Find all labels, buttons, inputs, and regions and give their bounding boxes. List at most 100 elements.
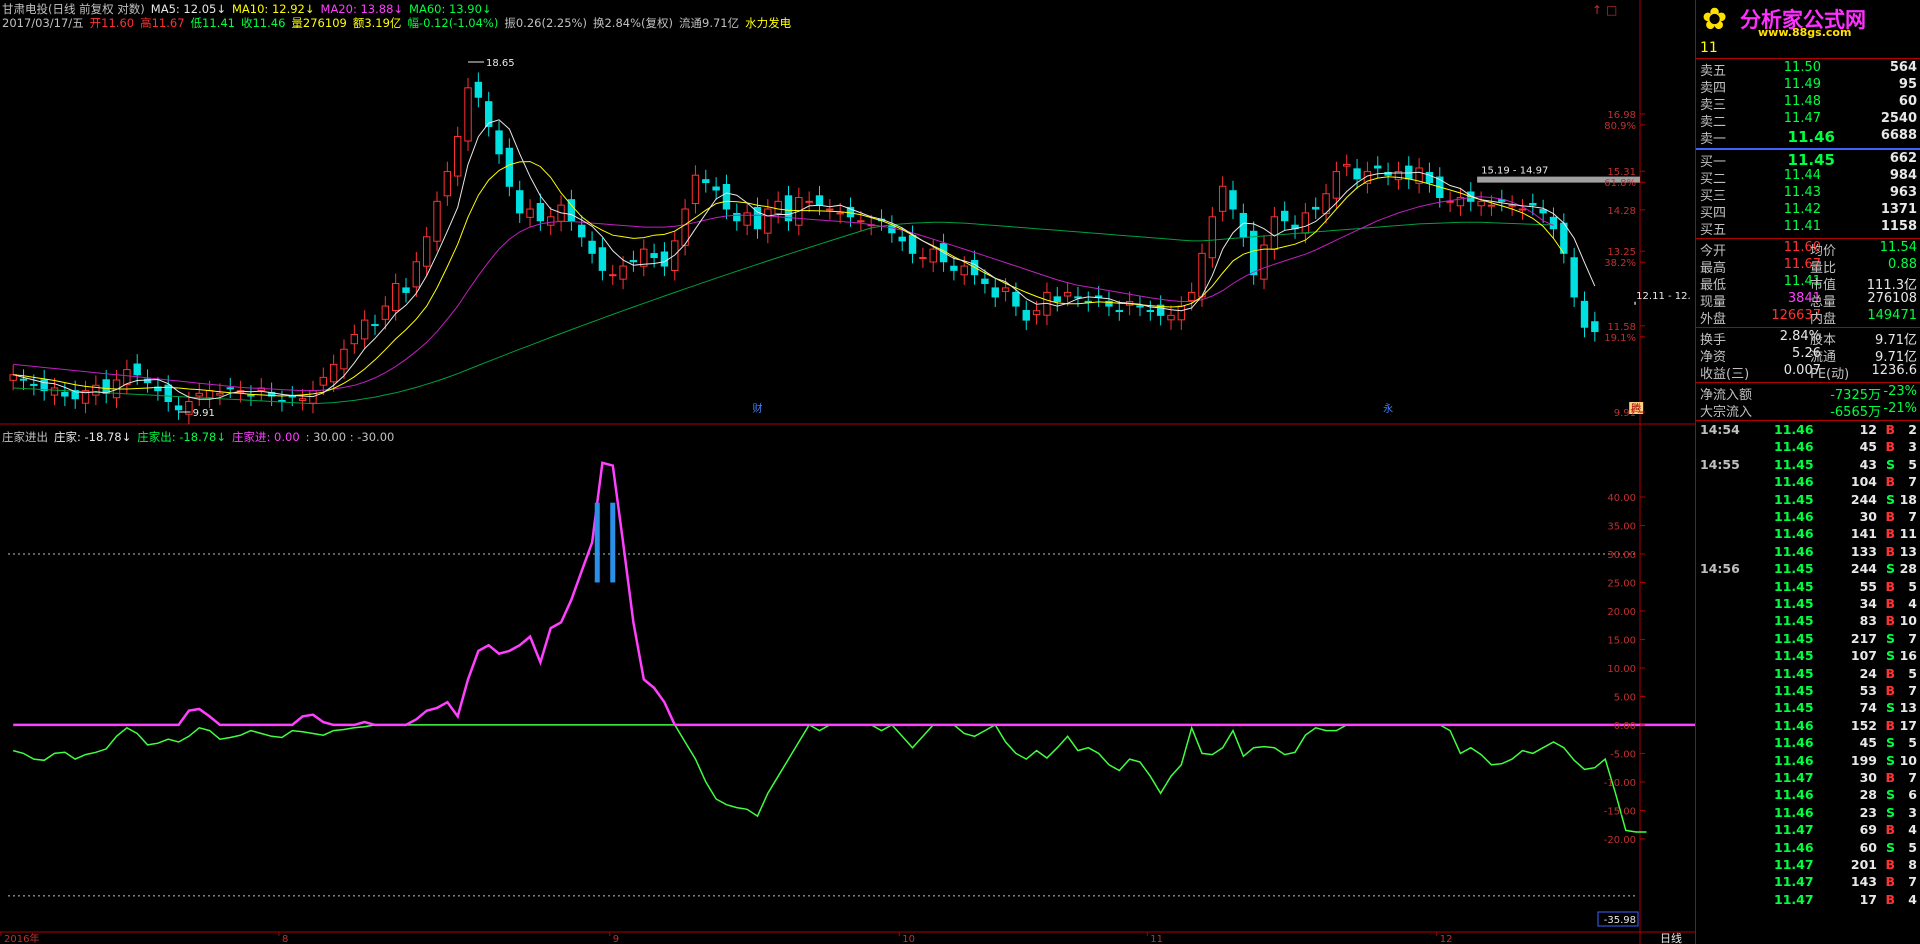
bid-volume: 984 (1889, 168, 1917, 183)
indicator-y-tick-label: 35.00 (1607, 521, 1636, 532)
ask-price: 11.49 (1783, 77, 1821, 92)
indicator-item-2: 庄家出: -18.78↓ (137, 430, 226, 444)
candle-body (1001, 287, 1010, 292)
tick-side: B (1885, 578, 1895, 594)
trade-tick-row: 11.46 133 B 13 (1696, 544, 1920, 562)
indicator-y-tick-label: 5.00 (1614, 692, 1636, 703)
ask-volume: 6688 (1880, 128, 1917, 143)
candle-body (898, 236, 906, 242)
signal-bar (594, 502, 600, 583)
stat-value: 11.54 (1879, 240, 1917, 255)
flow-row: 净流入额 -7325万 -23% (1696, 384, 1920, 403)
candle-body (1518, 208, 1527, 211)
square-icon[interactable]: □ (1606, 3, 1617, 17)
y-tick-label: 16.98 (1607, 110, 1636, 121)
candle-body (1249, 230, 1258, 276)
indicator-y-tick-label: 30.00 (1607, 550, 1636, 561)
candle-body (1012, 291, 1020, 307)
ask-row: 卖四 11.49 95 (1696, 77, 1920, 96)
candle-body (350, 333, 359, 345)
tick-volume: 12 (1859, 422, 1877, 437)
flow-percent: -23% (1883, 384, 1917, 399)
arrow-up-icon[interactable]: ↑ (1592, 3, 1602, 17)
candle-body (660, 251, 669, 267)
bid-row: 买五 11.41 1158 (1696, 219, 1920, 238)
trade-tick-row: 11.45 53 B 7 (1696, 683, 1920, 701)
tick-count: 11 (1899, 526, 1917, 542)
indicator-y-tick-label: -5.00 (1610, 749, 1636, 760)
ask-row: 卖二 11.47 2540 (1696, 111, 1920, 130)
tick-price: 11.45 (1774, 665, 1814, 681)
y-tick-label: 13.25 (1607, 247, 1636, 258)
tick-price: 11.45 (1774, 683, 1814, 698)
ask-price: 11.48 (1783, 94, 1821, 109)
candle-body (1063, 291, 1072, 297)
candle-body (360, 319, 369, 340)
range-annotation: 12.11 - 12. (1636, 291, 1691, 302)
tick-volume: 133 (1850, 543, 1877, 559)
tick-volume: 30 (1859, 770, 1877, 785)
quote-sidebar: ✿ 分析家公式网 www.88gs.com 11 卖五 11.50 564 卖四 11.… (1695, 0, 1920, 944)
quote-item-9: 换2.84%(复权) (592, 16, 673, 30)
candle-body (1094, 295, 1103, 298)
candle-body (1332, 171, 1341, 199)
tick-side: B (1885, 874, 1895, 890)
tick-side: B (1885, 596, 1895, 611)
candle-body (226, 387, 234, 390)
candle-body (61, 391, 69, 397)
candle-body (1446, 200, 1454, 203)
chart-canvas[interactable]: 18.659.9115.19 - 14.9712.11 - 12.财永腾 16.… (0, 0, 1695, 944)
candle-body (329, 363, 338, 383)
tick-side: B (1885, 526, 1895, 542)
tick-price: 11.46 (1774, 787, 1814, 803)
tick-side: B (1885, 683, 1895, 698)
bid-row: 买四 11.42 1371 (1696, 202, 1920, 221)
tick-volume: 45 (1859, 439, 1877, 455)
candle-body (505, 147, 514, 187)
stat-row: 最高 11.67 量比 0.88 (1696, 257, 1920, 276)
candle-body (1218, 185, 1227, 212)
candle-body (1053, 296, 1061, 302)
candle-body (857, 220, 865, 223)
period-label[interactable]: 日线 (1660, 931, 1682, 944)
candle-body (650, 253, 658, 259)
stat-value: 1236.6 (1871, 363, 1918, 378)
candle-body (391, 282, 400, 312)
candle-body (805, 200, 813, 203)
candle-body (1281, 210, 1289, 222)
candle-body (516, 190, 524, 214)
tick-volume: 34 (1859, 596, 1877, 611)
tick-side: S (1885, 787, 1895, 803)
chart-title-line: 甘肃电投(日线 前复权 对数) MA5: 12.05↓ MA10: 12.92↓ MA… (2, 2, 498, 16)
y-tick-label: 61.8% (1604, 178, 1636, 189)
ask-row: 卖三 11.48 60 (1696, 94, 1920, 113)
stat-label: 内盘 (1810, 312, 1837, 327)
candle-body (1529, 203, 1537, 206)
indicator-y-tick-label: -10.00 (1604, 778, 1636, 789)
indicator-y-tick-label: 25.00 (1607, 578, 1636, 589)
tick-count: 8 (1908, 857, 1917, 872)
stat-row: 今开 11.60 均价 11.54 (1696, 240, 1920, 259)
stat-label: PE(动) (1810, 367, 1850, 382)
candle-body (1115, 310, 1123, 313)
ask-volume: 564 (1889, 60, 1917, 75)
bid-price: 11.44 (1783, 168, 1821, 183)
tick-side: S (1885, 648, 1895, 664)
tick-time: 14:56 (1700, 561, 1740, 577)
ask-row: 卖五 11.50 564 (1696, 60, 1920, 79)
candle-body (1580, 300, 1589, 328)
candle-body (1032, 310, 1041, 316)
candle-body (536, 203, 545, 222)
candle-body (1508, 204, 1516, 207)
stat-value: 149471 (1867, 308, 1917, 323)
candle-body (929, 248, 937, 263)
tick-price: 11.45 (1774, 456, 1814, 472)
tick-side: B (1885, 770, 1895, 785)
tick-count: 10 (1899, 613, 1917, 629)
site-logo[interactable]: ✿ 分析家公式网 www.88gs.com (1700, 2, 1918, 40)
tick-volume: 199 (1850, 752, 1877, 768)
candle-body (1198, 252, 1206, 298)
bid-price: 11.43 (1783, 185, 1821, 200)
bid-volume: 662 (1889, 151, 1917, 166)
tick-price: 11.46 (1774, 752, 1814, 768)
